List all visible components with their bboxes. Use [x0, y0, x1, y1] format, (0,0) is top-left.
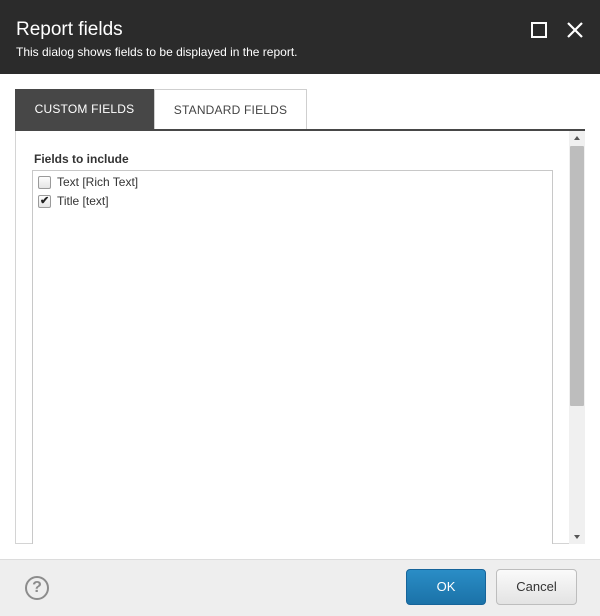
- field-label: Title [text]: [57, 194, 109, 208]
- field-item-text-rich-text[interactable]: Text [Rich Text]: [38, 173, 138, 191]
- field-item-title-text[interactable]: ✔ Title [text]: [38, 192, 109, 210]
- dialog-header: Report fields This dialog shows fields t…: [0, 0, 600, 74]
- ok-button[interactable]: OK: [406, 569, 486, 605]
- maximize-button[interactable]: [529, 20, 549, 40]
- field-label: Text [Rich Text]: [57, 175, 139, 189]
- tab-standard-fields[interactable]: STANDARD FIELDS: [154, 89, 307, 130]
- close-button[interactable]: [565, 20, 585, 40]
- close-icon: [567, 22, 583, 38]
- field-checkbox-text-rich-text[interactable]: [38, 175, 51, 189]
- tab-custom-fields[interactable]: CUSTOM FIELDS: [15, 89, 154, 130]
- fields-checklist: Text [Rich Text] ✔ Title [text]: [32, 170, 553, 544]
- checkmark-icon: ✔: [40, 194, 50, 207]
- panel-scrollbar[interactable]: [569, 131, 585, 544]
- dialog-title: Report fields: [16, 19, 123, 40]
- fields-to-include-label: Fields to include: [34, 152, 129, 166]
- scroll-up-arrow-icon[interactable]: [569, 131, 585, 145]
- dialog-footer: ? OK Cancel: [0, 559, 600, 616]
- help-icon[interactable]: ?: [25, 576, 49, 600]
- report-fields-dialog: Report fields This dialog shows fields t…: [0, 0, 600, 616]
- dialog-subtitle: This dialog shows fields to be displayed…: [16, 45, 298, 59]
- cancel-button[interactable]: Cancel: [496, 569, 577, 605]
- field-checkbox-title-text[interactable]: ✔: [38, 194, 51, 208]
- tab-content-panel: Fields to include Text [Rich Text] ✔ Tit…: [15, 131, 585, 544]
- maximize-icon: [531, 22, 547, 38]
- scroll-down-arrow-icon[interactable]: [569, 530, 585, 544]
- scrollbar-thumb[interactable]: [570, 146, 584, 406]
